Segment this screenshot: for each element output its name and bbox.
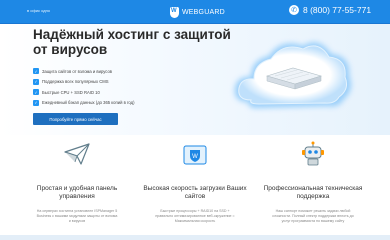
svg-text:W: W [192, 154, 198, 160]
benefit-text: Наш саппорт поможет решить задачи любой … [272, 209, 354, 223]
benefit-support: Профессиональная техническая поддержка Н… [258, 140, 368, 224]
cloud-icon [234, 42, 351, 108]
feature-text: Поддержка всех популярных CMS [42, 79, 109, 85]
benefit-speed: W Высокая скорость загрузки Ваших сайтов… [140, 140, 250, 224]
cms-icon: ✓ [33, 78, 39, 85]
cpu-icon: ✓ [33, 89, 39, 96]
shield-logo-icon [170, 6, 179, 18]
feature-item: ✓ Ежедневный бэкап данных (до 365 копий в… [33, 98, 135, 109]
phone-number[interactable]: 8 (800) 77-55-771 [303, 5, 371, 15]
shield-check-icon: ✓ [33, 68, 39, 75]
feature-list: ✓ Защита сайтов от взлома и вирусов ✓ Подд… [33, 66, 135, 108]
phone-icon: ✆ [289, 5, 299, 15]
site-logo[interactable]: WEBGUARD [170, 6, 225, 18]
benefit-title: Простая и удобная панель управления [36, 185, 118, 200]
benefit-control-panel: Простая и удобная панель управления На с… [22, 140, 132, 224]
feature-text: Быстрые CPU + SSD RAID 10 [42, 89, 100, 95]
feature-text: Ежедневный бэкап данных (до 365 копий в … [42, 100, 135, 106]
backup-icon: ✓ [33, 99, 39, 106]
speed-shield-icon: W [183, 145, 207, 165]
benefit-text: Быстрые процессоры + RAID10 на SSD + пра… [155, 209, 235, 223]
benefit-title: Высокая скорость загрузки Ваших сайтов [143, 185, 247, 200]
header-link[interactable]: в офис одно [27, 8, 50, 13]
benefit-title: Профессиональная техническая поддержка [263, 185, 363, 200]
benefit-text: На серверах хостинга установлен ISPManag… [36, 209, 118, 223]
feature-item: ✓ Защита сайтов от взлома и вирусов [33, 66, 135, 77]
feature-item: ✓ Быстрые CPU + SSD RAID 10 [33, 87, 135, 98]
cloud-server-illustration [227, 30, 357, 126]
feature-text: Защита сайтов от взлома и вирусов [42, 68, 113, 74]
feature-item: ✓ Поддержка всех популярных CMS [33, 77, 135, 88]
site-header: в офис одно WEBGUARD ✆ 8 (800) 77-55-771 [0, 0, 390, 24]
phone-contact[interactable]: ✆ 8 (800) 77-55-771 [289, 5, 371, 15]
logo-text: WEBGUARD [182, 8, 225, 16]
paper-plane-icon [64, 143, 90, 165]
bottom-strip [0, 235, 390, 240]
try-now-button[interactable]: Попробуйте прямо сейчас [33, 113, 118, 125]
robot-icon [302, 141, 324, 166]
hero-title: Надёжный хостинг с защитой от вирусов [33, 27, 231, 57]
